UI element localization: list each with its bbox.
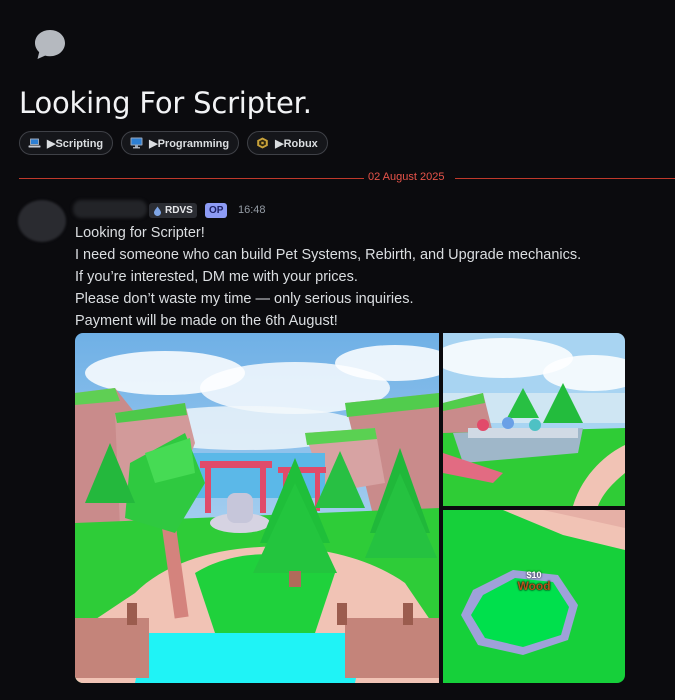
thread-title: Looking For Scripter. <box>19 86 312 120</box>
item-price-label: $10 Wood <box>517 570 550 592</box>
tag-scripting[interactable]: ▶Scripting <box>19 131 114 155</box>
game-scene-image <box>443 510 625 683</box>
message-line: I need someone who can build Pet Systems… <box>75 247 582 263</box>
tag-label: ▶Programming <box>149 137 230 150</box>
bottom-strip <box>0 690 675 700</box>
image-attachment-3[interactable]: $10 Wood <box>443 510 625 683</box>
message-line: Looking for Scripter! <box>75 225 205 241</box>
author-name-redacted[interactable] <box>73 200 147 218</box>
tag-robux[interactable]: ▶Robux <box>247 131 328 155</box>
op-badge: OP <box>205 203 228 218</box>
avatar[interactable] <box>18 200 66 242</box>
divider-date: 02 August 2025 <box>368 171 445 183</box>
laptop-icon <box>28 138 41 148</box>
message-line: Please don’t waste my time — only seriou… <box>75 291 414 307</box>
robux-icon <box>257 137 268 149</box>
droplet-icon <box>154 206 161 216</box>
divider-line-right <box>455 178 675 179</box>
message-line: If you’re interested, DM me with your pr… <box>75 269 358 285</box>
server-tag[interactable]: RDVS <box>149 203 197 218</box>
divider-line-left <box>19 178 364 179</box>
message-timestamp: 16:48 <box>238 204 266 216</box>
chat-bubble-icon <box>35 30 65 59</box>
image-attachment-2[interactable] <box>443 333 625 506</box>
monitor-icon <box>130 137 143 149</box>
message-body: Looking for Scripter! I need someone who… <box>75 222 581 332</box>
tag-list: ▶Scripting ▶Programming ▶Robux <box>19 131 328 155</box>
game-scene-image <box>75 333 439 683</box>
tag-programming[interactable]: ▶Programming <box>121 131 240 155</box>
item-name: Wood <box>517 579 551 593</box>
message-line: Payment will be made on the 6th August! <box>75 313 338 329</box>
server-tag-label: RDVS <box>165 205 193 216</box>
game-scene-image <box>443 333 625 506</box>
tag-label: ▶Robux <box>275 137 318 150</box>
tag-label: ▶Scripting <box>47 137 104 150</box>
date-divider: 02 August 2025 <box>19 171 675 183</box>
image-attachment-1[interactable] <box>75 333 439 683</box>
